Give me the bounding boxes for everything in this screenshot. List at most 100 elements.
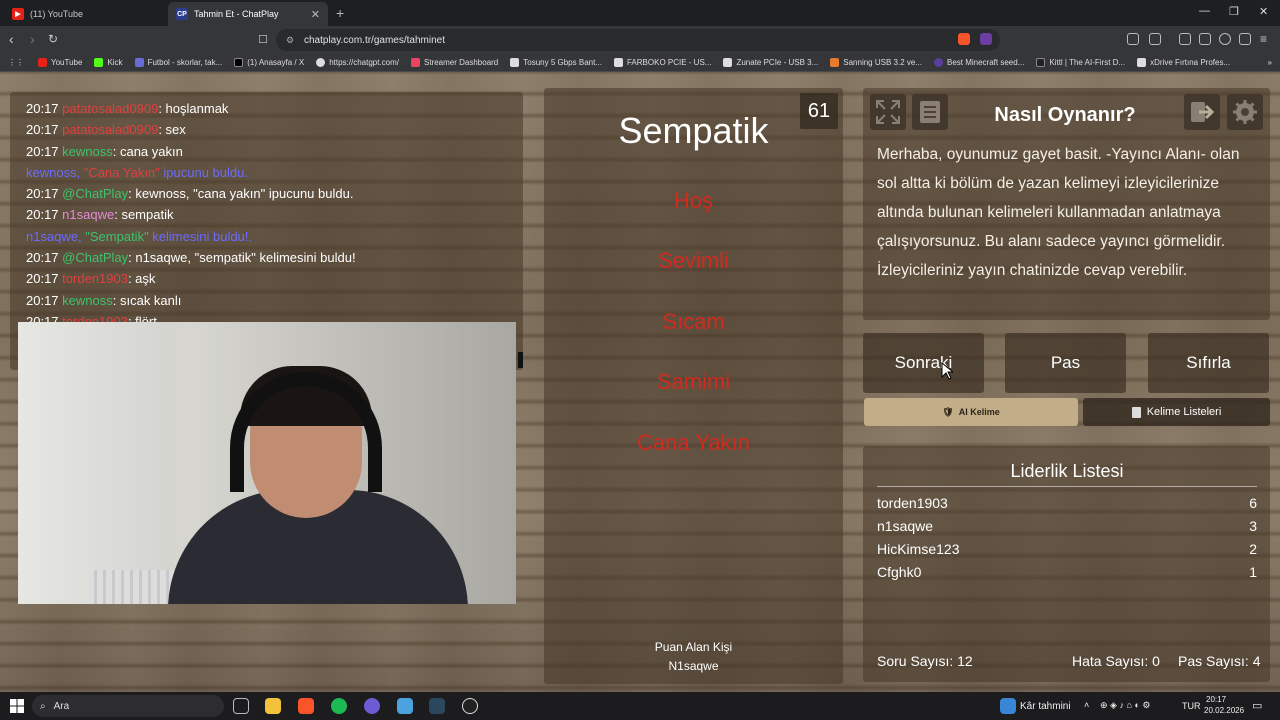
brave-rewards-icon[interactable] (980, 33, 992, 45)
apps-icon[interactable]: ⋮⋮ (8, 58, 24, 67)
fullscreen-icon[interactable] (870, 94, 906, 130)
spotify-icon[interactable] (331, 698, 347, 714)
chat-username[interactable]: n1saqwe (62, 207, 114, 222)
notes-icon[interactable] (912, 94, 948, 130)
more-bookmarks-icon[interactable]: » (1268, 58, 1272, 67)
chat-scrollbar[interactable] (518, 352, 523, 368)
menu-icon[interactable]: ≡ (1260, 32, 1267, 46)
bookmark-minecraft[interactable]: Best Minecraft seed... (933, 58, 1024, 67)
sidebar-icon[interactable] (1179, 33, 1191, 45)
chat-text: kewnoss, (26, 164, 84, 180)
chat-time: 20:17 (26, 186, 59, 202)
brave-browser-icon[interactable] (298, 698, 314, 714)
chat-username[interactable]: patatosalad0909 (62, 101, 158, 116)
windows-taskbar: ⌕ Ara Kâr tahmini ˄ ⊕ ◈ ♪ ⌂ ◐ ⚙ TUR 20:1… (0, 692, 1280, 720)
tab-search-icon[interactable] (1149, 33, 1161, 45)
chat-highlight: "Sempatik" (85, 228, 149, 244)
task-view-icon[interactable] (233, 698, 249, 714)
chat-message: 20:17 n1saqwe: sempatik (26, 204, 507, 225)
notifications-icon[interactable]: ▭ (1252, 699, 1262, 712)
streamer-dashboard-icon (411, 58, 420, 67)
chat-username[interactable]: kewnoss (62, 293, 113, 308)
taboo-word: Hoş (673, 188, 714, 213)
extensions-icon[interactable] (1127, 33, 1139, 45)
tray-overflow-icon[interactable]: ˄ (1084, 700, 1089, 710)
next-button[interactable]: Sonraki (863, 333, 984, 393)
weather-label[interactable]: Kâr tahmini (1020, 701, 1071, 712)
bookmark-kick[interactable]: Kick (94, 58, 123, 67)
ai-word-label: AI Kelime (958, 407, 1000, 417)
main-word: Sempatik (618, 110, 769, 151)
url-field[interactable]: ⚙ chatplay.com.tr/games/tahminet (276, 29, 1000, 51)
restore-icon[interactable]: ❐ (1229, 5, 1239, 18)
chat-time: 20:17 (26, 250, 59, 266)
tray-icons[interactable]: ⊕ ◈ ♪ ⌂ ◐ ⚙ (1100, 700, 1150, 711)
chat-username[interactable]: kewnoss (62, 144, 113, 159)
site-info-icon[interactable]: ⚙ (286, 35, 294, 46)
minimize-icon[interactable]: — (1199, 5, 1210, 17)
bookmark-icon[interactable]: ☐ (258, 33, 268, 46)
tab-youtube[interactable]: ▶ (11) YouTube (4, 2, 168, 26)
forward-icon[interactable]: › (30, 31, 35, 47)
obs-icon[interactable] (462, 698, 478, 714)
chat-text: : sex (158, 122, 186, 138)
bookmark-streamer-dashboard[interactable]: Streamer Dashboard (411, 58, 498, 67)
reset-button[interactable]: Sıfırla (1148, 333, 1269, 393)
back-icon[interactable]: ‹ (9, 31, 14, 47)
pass-button[interactable]: Pas (1005, 333, 1126, 393)
close-tab-icon[interactable]: ✕ (311, 8, 320, 21)
tab-chatplay[interactable]: CP Tahmin Et - ChatPlay ✕ (168, 2, 328, 26)
close-window-icon[interactable]: ✕ (1259, 5, 1268, 18)
chat-system-message: kewnoss, "Cana Yakın" ipucunu buldu. (26, 162, 507, 183)
logout-icon[interactable] (1184, 94, 1220, 130)
browser-tab-bar: ▶ (11) YouTube CP Tahmin Et - ChatPlay ✕… (0, 0, 1280, 26)
chat-text: : hoşlanmak (158, 101, 229, 116)
file-explorer-icon[interactable] (265, 698, 281, 714)
bookmark-x[interactable]: (1) Anasayfa / X (234, 58, 304, 67)
chat-message: 20:17 @ChatPlay: n1saqwe, "sempatik" kel… (26, 247, 507, 268)
chat-username[interactable]: @ChatPlay (62, 186, 128, 201)
settings-gear-icon[interactable] (1227, 94, 1263, 130)
language-indicator[interactable]: TUR (1182, 701, 1201, 711)
leo-ai-icon[interactable] (1219, 33, 1231, 45)
bookmark-youtube[interactable]: YouTube (38, 58, 82, 67)
chat-text: : sempatik (114, 207, 174, 223)
bookmark-farboko[interactable]: FARBOKO PCIE - US... (613, 58, 711, 67)
clock-date[interactable]: 20.02.2026 (1204, 706, 1244, 715)
chat-username[interactable]: @ChatPlay (62, 250, 128, 265)
new-tab-button[interactable]: + (336, 5, 344, 21)
weather-icon[interactable] (1000, 698, 1016, 714)
windows-start-icon[interactable] (10, 699, 24, 713)
wallet-icon[interactable] (1199, 33, 1211, 45)
discord-icon[interactable] (364, 698, 380, 714)
bookmark-futbol[interactable]: Futbol - skorlar, tak... (134, 58, 222, 67)
bookmark-xdrive[interactable]: xDrive Fırtına Profes... (1137, 58, 1230, 67)
taskbar-search-field[interactable]: ⌕ Ara (32, 695, 224, 717)
bookmark-tosuny[interactable]: Tosuny 5 Gbps Bant... (510, 58, 602, 67)
bookmark-kittl[interactable]: Kittl | The AI-First D... (1036, 58, 1125, 67)
steam-icon[interactable] (429, 698, 445, 714)
bookmark-chatgpt[interactable]: https://chatgpt.com/ (316, 58, 399, 67)
reload-icon[interactable]: ↻ (48, 32, 58, 46)
brave-shields-icon[interactable] (958, 33, 970, 45)
chatgpt-icon (316, 58, 326, 67)
app-icon[interactable] (397, 698, 413, 714)
bookmark-zunate[interactable]: Zunate PCIe - USB 3... (723, 58, 818, 67)
ai-word-button[interactable]: 🛡 AI Kelime (864, 398, 1078, 426)
clock-time[interactable]: 20:17 (1206, 695, 1226, 704)
webcam-background-window (18, 322, 168, 604)
chat-text: kelimesini buldu!. (148, 228, 253, 244)
word-lists-label: Kelime Listeleri (1146, 406, 1222, 418)
bookmark-sanning[interactable]: Sanning USB 3.2 ve... (830, 58, 922, 67)
how-to-play-text: Merhaba, oyunumuz gayet basit. -Yayıncı … (877, 146, 1240, 279)
tab-label: (11) YouTube (30, 9, 84, 19)
futbol-icon (134, 58, 144, 67)
chat-username[interactable]: patatosalad0909 (62, 122, 158, 137)
amazon-icon (723, 58, 733, 67)
webcam-feed (18, 322, 516, 604)
word-lists-button[interactable]: Kelime Listeleri (1083, 398, 1270, 426)
minecraft-icon (933, 58, 943, 67)
chat-system-message: n1saqwe, "Sempatik" kelimesini buldu!. (26, 226, 507, 247)
chat-username[interactable]: torden1903 (62, 271, 128, 286)
vpn-icon[interactable] (1239, 33, 1251, 45)
